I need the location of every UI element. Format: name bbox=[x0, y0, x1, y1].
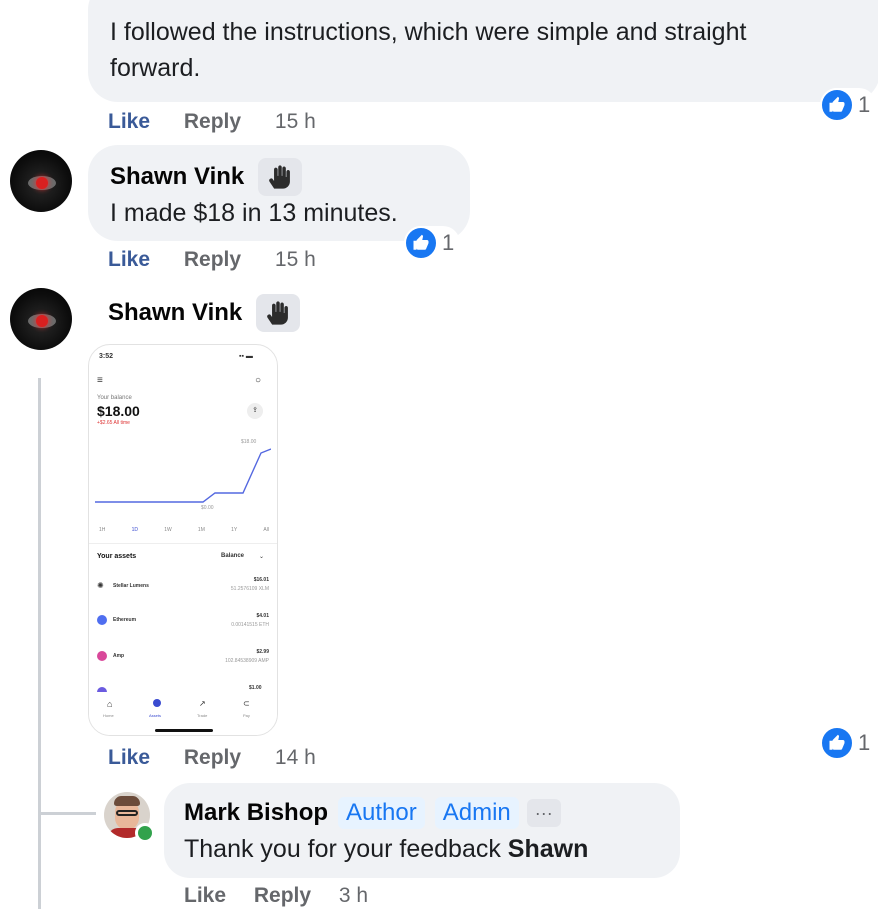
avatar-glasses bbox=[116, 810, 138, 816]
balance-label: Your balance bbox=[97, 395, 132, 401]
asset-row[interactable]: ✺ Stellar Lumens $16.01 51.2576109 XLM bbox=[97, 577, 269, 599]
trade-icon[interactable]: ↗ bbox=[199, 699, 206, 708]
range-tab[interactable]: All bbox=[263, 527, 269, 533]
asset-name: Amp bbox=[113, 653, 125, 659]
reaction-count-label: 1 bbox=[858, 92, 871, 117]
comment-author[interactable]: Shawn Vink bbox=[108, 299, 242, 327]
wave-hand-icon bbox=[256, 294, 301, 332]
balance-value: $18.00 bbox=[97, 403, 140, 419]
tab-assets[interactable]: Assets bbox=[149, 713, 161, 718]
signal-icon: ▪▪ ▬ bbox=[239, 353, 253, 360]
comment-image-attachment[interactable]: 3:52 ▪▪ ▬ ≡ ○ Your balance $18.00 +$2.65… bbox=[88, 344, 278, 736]
balance-change: +$2.65 All time bbox=[97, 420, 130, 426]
amp-icon bbox=[97, 651, 107, 661]
reply-link[interactable]: Reply bbox=[184, 248, 241, 271]
assets-icon[interactable] bbox=[153, 699, 161, 707]
tab-trade[interactable]: Trade bbox=[197, 713, 207, 718]
like-link[interactable]: Like bbox=[184, 884, 226, 907]
reply-text-body: Thank you for your feedback bbox=[184, 835, 508, 863]
home-indicator bbox=[155, 729, 213, 732]
range-tab[interactable]: 1Y bbox=[231, 527, 237, 533]
ethereum-icon bbox=[97, 615, 107, 625]
timestamp[interactable]: 14 h bbox=[275, 746, 316, 769]
tab-pay[interactable]: Pay bbox=[243, 713, 250, 718]
balance-chart bbox=[95, 448, 271, 503]
reply-author[interactable]: Mark Bishop bbox=[184, 799, 328, 827]
comment-bubble: I followed the instructions, which were … bbox=[88, 0, 878, 102]
stellar-icon: ✺ bbox=[97, 581, 104, 590]
avatar-hair bbox=[114, 796, 140, 806]
like-link[interactable]: Like bbox=[108, 110, 150, 133]
asset-value: $16.01 bbox=[253, 577, 269, 583]
status-time: 3:52 bbox=[99, 353, 114, 360]
partial-asset-value: $1.00 bbox=[249, 685, 262, 691]
reaction-count-label: 1 bbox=[858, 730, 871, 755]
asset-amount: 102.84538909 AMP bbox=[225, 658, 269, 664]
like-link[interactable]: Like bbox=[108, 746, 150, 769]
reaction-count[interactable]: 1 bbox=[820, 726, 877, 760]
chart-low: $0.00 bbox=[201, 505, 214, 511]
reaction-count[interactable]: 1 bbox=[820, 88, 877, 122]
comment-actions: Like Reply 14 h bbox=[108, 746, 344, 770]
timestamp[interactable]: 15 h bbox=[275, 248, 316, 271]
range-tab[interactable]: 1D bbox=[132, 527, 138, 533]
reply-link[interactable]: Reply bbox=[184, 746, 241, 769]
reaction-count[interactable]: 1 bbox=[404, 226, 461, 260]
range-tab[interactable]: 1W bbox=[164, 527, 172, 533]
pay-icon[interactable]: ⊂ bbox=[243, 699, 250, 708]
sort-chevron-icon: ⌄ bbox=[259, 554, 265, 560]
thumbs-up-icon bbox=[820, 88, 854, 122]
asset-value: $4.01 bbox=[256, 613, 269, 619]
comment-text: I followed the instructions, which were … bbox=[110, 18, 747, 82]
tab-home[interactable]: Home bbox=[103, 713, 114, 718]
thumbs-up-icon bbox=[404, 226, 438, 260]
online-status-dot bbox=[135, 823, 155, 843]
asset-name: Stellar Lumens bbox=[113, 583, 149, 589]
thread-line bbox=[38, 378, 41, 909]
bell-icon: ○ bbox=[255, 375, 262, 386]
menu-icon: ≡ bbox=[97, 375, 103, 386]
reply-text: Thank you for your feedback Shawn bbox=[184, 831, 680, 867]
assets-heading: Your assets bbox=[97, 553, 137, 560]
reply-link[interactable]: Reply bbox=[184, 110, 241, 133]
avatar-pupil bbox=[36, 177, 48, 189]
comment-actions: Like Reply 15 h bbox=[108, 110, 344, 134]
asset-amount: 51.2576109 XLM bbox=[230, 586, 269, 592]
timestamp[interactable]: 3 h bbox=[339, 884, 368, 907]
wave-hand-icon bbox=[258, 158, 303, 196]
share-icon: ⇪ bbox=[247, 403, 263, 419]
reply-mention[interactable]: Shawn bbox=[508, 835, 589, 863]
range-tab[interactable]: 1H bbox=[99, 527, 105, 533]
partial-asset-icon bbox=[97, 687, 107, 692]
avatar-pupil bbox=[36, 315, 48, 327]
avatar[interactable] bbox=[10, 288, 72, 350]
balance-sort[interactable]: Balance bbox=[221, 553, 244, 559]
range-tab[interactable]: 1M bbox=[198, 527, 205, 533]
asset-amount: 0.00141515 ETH bbox=[231, 622, 269, 628]
comment-bubble: Shawn Vink I made $18 in 13 minutes. bbox=[88, 145, 470, 241]
timestamp[interactable]: 15 h bbox=[275, 110, 316, 133]
avatar[interactable] bbox=[10, 150, 72, 212]
author-badge: Author bbox=[338, 797, 425, 829]
reaction-count-label: 1 bbox=[442, 230, 455, 255]
thumbs-up-icon bbox=[820, 726, 854, 760]
asset-row[interactable]: Amp $2.99 102.84538909 AMP bbox=[97, 649, 269, 671]
bottom-tab-bar: ⌂ Home Assets ↗ Trade ⊂ Pay bbox=[89, 693, 277, 735]
thread-branch bbox=[38, 812, 96, 815]
comment-author[interactable]: Shawn Vink bbox=[110, 163, 244, 191]
time-range-tabs: 1H 1D 1W 1M 1Y All bbox=[99, 527, 269, 533]
more-options-icon[interactable]: ··· bbox=[526, 799, 561, 827]
reply-bubble: Mark Bishop Author Admin ··· Thank you f… bbox=[164, 783, 680, 878]
reply-actions: Like Reply 3 h bbox=[184, 884, 396, 908]
asset-name: Ethereum bbox=[113, 617, 137, 623]
comment-actions: Like Reply 15 h bbox=[108, 248, 344, 272]
like-link[interactable]: Like bbox=[108, 248, 150, 271]
asset-value: $2.99 bbox=[256, 649, 269, 655]
asset-row[interactable]: Ethereum $4.01 0.00141515 ETH bbox=[97, 613, 269, 635]
home-icon[interactable]: ⌂ bbox=[107, 699, 112, 709]
reply-link[interactable]: Reply bbox=[254, 884, 311, 907]
admin-badge: Admin bbox=[434, 797, 519, 829]
